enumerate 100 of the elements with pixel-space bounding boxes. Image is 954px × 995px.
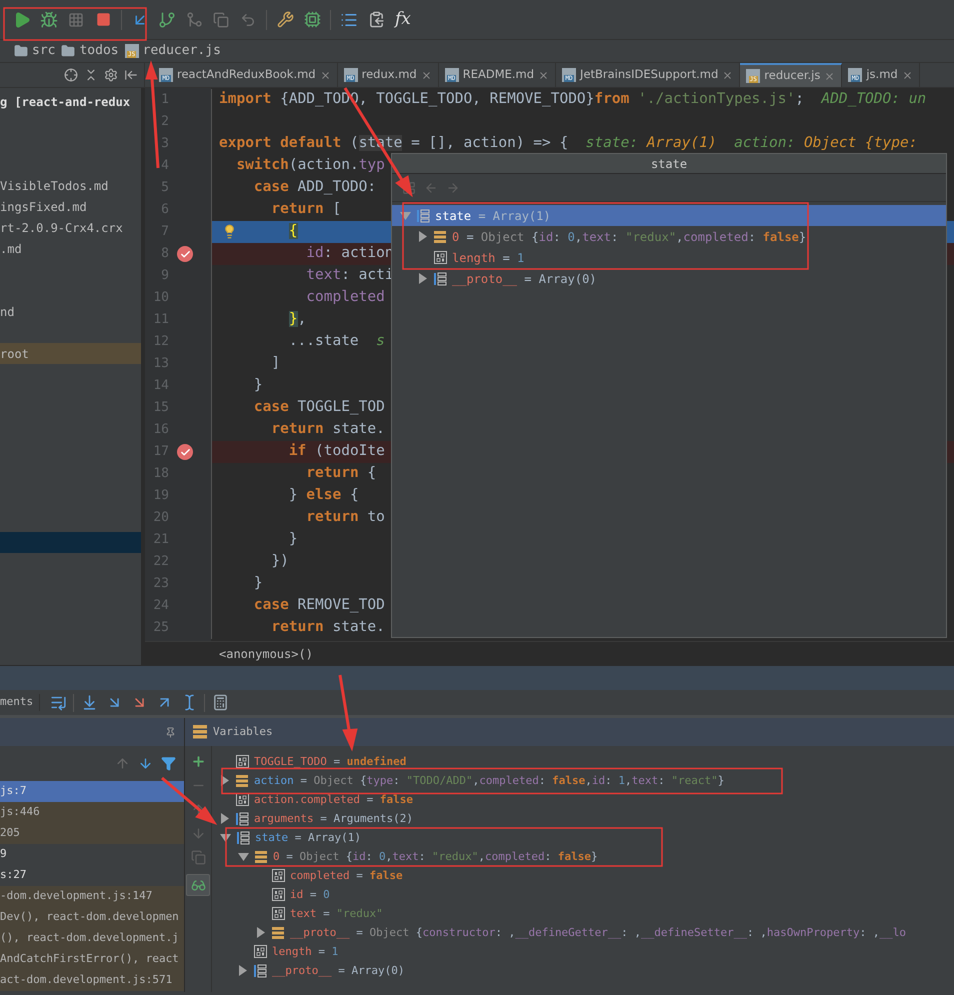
project-item[interactable]: ingsFixed.md (0, 196, 141, 217)
expand-arrow-icon[interactable] (220, 775, 230, 786)
locate-icon[interactable] (64, 68, 78, 82)
stack-frame[interactable]: -dom.development.js:147 (0, 886, 184, 907)
tree-row[interactable]: length = 1 (212, 942, 954, 961)
tree-row[interactable]: id = 0 (212, 885, 954, 904)
tree-row[interactable]: __proto__ = Object {constructor: ,__defineGetter__: ,__defineSetter__: ,hasOwnProperty: ,__lo (212, 923, 954, 942)
expand-arrow-icon[interactable] (418, 273, 428, 284)
clipboard-icon[interactable] (368, 11, 384, 28)
project-item[interactable]: .md (0, 238, 141, 259)
breadcrumb-item[interactable]: src (14, 41, 56, 61)
stack-frame[interactable]: 9 (0, 844, 184, 865)
stack-frame[interactable]: js:446 (0, 802, 184, 823)
code-line: switch(action.typ (235, 156, 385, 176)
project-item[interactable]: root (0, 343, 141, 364)
copy-icon[interactable] (213, 12, 229, 28)
tree-row[interactable]: TOGGLE_TODO = undefined (212, 752, 954, 771)
scope-breadcrumb[interactable]: <anonymous>() (219, 644, 313, 662)
code-line: ...state s (288, 332, 385, 352)
tree-row[interactable]: action = Object {type: "TODO/ADD",completed: false,id: 1,text: "react"} (212, 771, 954, 790)
close-icon[interactable] (420, 70, 432, 80)
object-icon (271, 926, 285, 940)
close-icon[interactable] (320, 70, 331, 80)
bug-icon[interactable] (40, 10, 58, 28)
close-icon[interactable] (538, 70, 550, 80)
chip-icon[interactable] (304, 11, 320, 28)
branch-icon[interactable] (158, 10, 176, 28)
breakpoint-icon[interactable] (177, 444, 193, 460)
formula-button[interactable]: fx (391, 6, 415, 32)
variable-text: TOGGLE_TODO = undefined (254, 754, 406, 768)
breakpoint-icon[interactable] (177, 246, 193, 262)
close-icon[interactable] (824, 70, 836, 82)
variable-text: state = Array(1) (435, 208, 551, 222)
code-line: }) (270, 552, 289, 572)
stop-icon[interactable] (96, 12, 110, 27)
lightbulb-icon[interactable] (222, 224, 237, 239)
array-icon (235, 812, 249, 826)
stack-frame[interactable]: AndCatchFirstError(), react (0, 949, 184, 970)
expand-arrow-icon[interactable] (256, 927, 266, 938)
primitive-icon (254, 945, 267, 958)
collapse-arrow-icon[interactable] (220, 832, 231, 842)
popup-title: state (650, 156, 688, 172)
project-item[interactable]: rt-2.0.9-Crx4.crx (0, 217, 141, 238)
stack-frame[interactable]: act-dom.development.js:571 (0, 970, 184, 991)
watch-icon[interactable] (402, 180, 416, 194)
hide-icon[interactable] (124, 68, 138, 82)
array-icon (416, 208, 430, 222)
tree-row[interactable]: length = 1 (392, 247, 946, 268)
settings-icon[interactable] (104, 68, 118, 82)
primitive-icon (272, 888, 285, 901)
collapse-arrow-icon[interactable] (238, 852, 249, 862)
code-line: ] (270, 354, 280, 374)
tree-row[interactable]: 0 = Object {id: 0,text: "redux",completed: false} (392, 226, 946, 247)
tree-row[interactable]: state = Array(1) (212, 828, 954, 847)
array-icon (253, 964, 267, 978)
object-icon (254, 850, 268, 864)
expand-arrow-icon[interactable] (418, 231, 428, 242)
tree-row[interactable]: 0 = Object {id: 0,text: "redux",completed: false} (212, 847, 954, 866)
variables-icon (193, 725, 207, 739)
stack-frame[interactable]: js:7 (0, 781, 184, 802)
pin-icon[interactable] (165, 726, 176, 738)
tree-row[interactable]: text = "redux" (212, 904, 954, 923)
execution-point-icon[interactable] (50, 694, 67, 711)
array-icon (236, 830, 250, 844)
stack-frame[interactable]: s:27 (0, 865, 184, 886)
wrench-icon[interactable] (276, 11, 294, 28)
merge-icon[interactable] (186, 11, 202, 28)
glasses-toggle[interactable] (186, 874, 210, 896)
expand-arrow-icon[interactable] (238, 965, 248, 976)
code-line: return state. (270, 420, 385, 440)
breadcrumb-item[interactable]: todos (61, 41, 119, 61)
folder-icon (61, 44, 76, 58)
grid-icon[interactable] (68, 12, 84, 28)
run-icon[interactable] (13, 10, 31, 28)
stack-frame[interactable]: 205 (0, 823, 184, 844)
tree-row[interactable]: arguments = Arguments(2) (212, 809, 954, 828)
stack-frame[interactable]: Dev(), react-dom.developmen (0, 907, 184, 928)
close-icon[interactable] (722, 70, 734, 80)
project-item[interactable]: VisibleTodos.md (0, 175, 141, 196)
tree-row[interactable]: __proto__ = Array(0) (212, 961, 954, 980)
code-line: } (288, 530, 298, 550)
variable-text: __proto__ = Array(0) (272, 964, 404, 978)
down-icon[interactable] (138, 756, 153, 771)
tree-row[interactable]: action.completed = false (212, 790, 954, 809)
project-item[interactable]: g [react-and-redux (0, 91, 141, 112)
tree-row[interactable]: __proto__ = Array(0) (392, 268, 946, 289)
project-item[interactable]: nd (0, 301, 141, 322)
tree-row[interactable]: state = Array(1) (392, 205, 946, 226)
undo-icon[interactable] (240, 12, 256, 28)
stack-frame[interactable]: (), react-dom.development.j (0, 928, 184, 949)
calculator-icon[interactable] (212, 694, 229, 711)
tree-row[interactable]: completed = false (212, 866, 954, 885)
expand-arrow-icon[interactable] (220, 813, 230, 824)
add-watch-icon[interactable] (190, 754, 206, 769)
object-icon (433, 230, 447, 244)
variable-text: action = Object {type: "TODO/ADD",completed: false,id: 1,text: "react"} (254, 774, 724, 788)
panel-tab[interactable]: ments (0, 694, 40, 711)
filter-icon[interactable] (161, 756, 176, 771)
close-icon[interactable] (902, 70, 913, 80)
collapse-arrow-icon[interactable] (400, 210, 411, 220)
